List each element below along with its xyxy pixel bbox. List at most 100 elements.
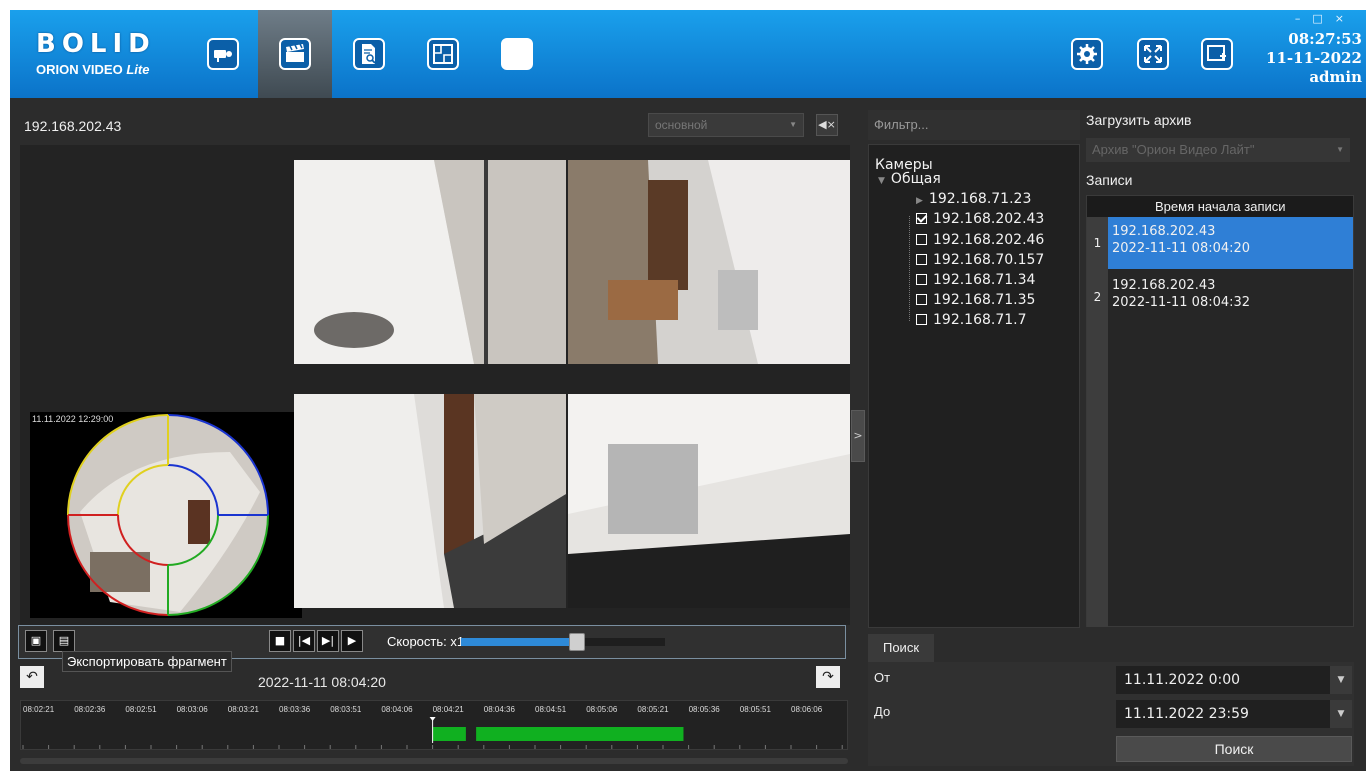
mute-button[interactable]: ◀× — [816, 114, 838, 136]
record-camera: 192.168.202.43 — [1112, 278, 1216, 293]
camera-checkbox[interactable] — [916, 314, 927, 325]
from-label: От — [874, 670, 891, 685]
step-back-button[interactable]: |◀ — [293, 630, 315, 652]
fisheye-timestamp: 11.11.2022 12:29:00 — [32, 414, 114, 424]
nav-cameras-button[interactable] — [186, 10, 260, 98]
timeline[interactable]: 08:02:21 08:02:36 08:02:51 08:03:06 08:03:21… — [20, 700, 848, 750]
video-tile[interactable] — [294, 394, 566, 608]
search-button[interactable]: Поиск — [1116, 736, 1352, 762]
maximize-icon[interactable]: □ — [1312, 12, 1334, 25]
fullscreen-icon — [1137, 38, 1169, 70]
camera-checkbox[interactable] — [916, 213, 927, 224]
to-value: 11.11.2022 23:59 — [1124, 706, 1249, 722]
camera-icon — [207, 38, 239, 70]
camera-checkbox[interactable] — [916, 294, 927, 305]
timeline-tick-label: 08:05:06 — [586, 705, 618, 714]
speed-slider-handle[interactable] — [569, 633, 586, 651]
tab-search[interactable]: Поиск — [868, 634, 934, 662]
timeline-tick-label: 08:02:51 — [125, 705, 157, 714]
nav-journal-button[interactable] — [332, 10, 406, 98]
camera-checkbox[interactable] — [916, 254, 927, 265]
timeline-tick-label: 08:03:36 — [279, 705, 311, 714]
chevron-down-icon[interactable]: ▼ — [1330, 666, 1352, 694]
archive-select[interactable]: Архив "Орион Видео Лайт" ▼ — [1086, 138, 1350, 162]
timeline-tick-label: 08:03:21 — [228, 705, 260, 714]
timeline-tick-label: 08:02:36 — [74, 705, 106, 714]
from-datetime-field[interactable]: 11.11.2022 0:00 ▼ — [1116, 666, 1352, 694]
row-number: 2 — [1087, 271, 1108, 323]
recording-segment[interactable] — [432, 727, 466, 741]
video-area[interactable]: 11.11.2022 12:29:00 — [20, 145, 850, 625]
arrow-forward-icon: ↷ — [822, 669, 834, 685]
records-table: Время начала записи 1 192.168.202.43 2022… — [1086, 195, 1354, 627]
timeline-tick-label: 08:04:21 — [433, 705, 465, 714]
tree-item-camera[interactable]: 192.168.70.157 — [916, 252, 1044, 268]
gear-icon — [1071, 38, 1103, 70]
nav-archive-button[interactable] — [258, 10, 332, 98]
minimize-icon[interactable]: – — [1295, 12, 1313, 25]
tree-item-camera[interactable]: 192.168.202.46 — [916, 232, 1044, 248]
clapperboard-icon — [279, 38, 311, 70]
export-button[interactable]: ▤ — [53, 630, 75, 652]
record-cell: 192.168.202.43 2022-11-11 08:04:20 — [1108, 217, 1353, 269]
video-frame-image — [568, 394, 850, 608]
settings-button[interactable] — [1062, 10, 1112, 98]
window-controls[interactable]: –□× — [1295, 12, 1356, 25]
tree-item-label: 192.168.71.34 — [933, 272, 1036, 288]
tree-item-camera[interactable]: 192.168.71.34 — [916, 272, 1035, 288]
video-tile[interactable] — [294, 160, 566, 364]
logo-subtitle: ORION VIDEO Lite — [36, 62, 176, 77]
row-number: 1 — [1087, 217, 1108, 269]
tree-item-camera[interactable]: 192.168.71.7 — [916, 312, 1027, 328]
tree-item-camera[interactable]: 192.168.202.43 — [916, 211, 1044, 227]
tree-item-camera[interactable]: ▶ 192.168.71.23 — [916, 191, 1031, 207]
chevron-down-icon: ▼ — [789, 120, 797, 129]
step-forward-icon: ▶| — [321, 634, 335, 647]
load-archive-label: Загрузить архив — [1086, 112, 1192, 128]
close-icon[interactable]: × — [1335, 12, 1356, 25]
add-window-icon — [1201, 38, 1233, 70]
add-window-button[interactable] — [1192, 10, 1242, 98]
speed-slider[interactable] — [461, 633, 665, 651]
filter-placeholder: Фильтр... — [874, 117, 929, 132]
camera-filter-input[interactable]: Фильтр... — [868, 110, 1080, 140]
step-forward-button[interactable]: ▶| — [317, 630, 339, 652]
clock: 08:27:53 11-11-2022 admin — [1266, 30, 1362, 87]
video-tile[interactable] — [568, 160, 850, 364]
stop-button[interactable]: ■ — [269, 630, 291, 652]
next-record-button[interactable]: ↷ — [816, 666, 840, 688]
logo-sub-italic: Lite — [126, 62, 150, 77]
nav-plan-button[interactable] — [406, 10, 480, 98]
video-frame-image — [568, 160, 850, 364]
to-datetime-field[interactable]: 11.11.2022 23:59 ▼ — [1116, 700, 1352, 728]
record-start: 2022-11-11 08:04:20 — [1112, 241, 1251, 256]
timeline-scrollbar[interactable] — [20, 758, 848, 764]
tree-item-camera[interactable]: 192.168.71.35 — [916, 292, 1035, 308]
header-bar: BOLID ORION VIDEO Lite –□× 08:27:53 11-1… — [10, 10, 1366, 98]
stream-select[interactable]: основной ▼ — [648, 113, 804, 137]
timeline-cursor-marker — [429, 717, 436, 721]
tree-group-general[interactable]: ▼ Общая — [878, 171, 941, 187]
fisheye-view[interactable]: 11.11.2022 12:29:00 — [30, 412, 302, 618]
timeline-tick-label: 08:02:21 — [23, 705, 55, 714]
video-tile[interactable] — [568, 394, 850, 608]
previous-record-button[interactable]: ↶ — [20, 666, 44, 688]
records-label: Записи — [1086, 172, 1133, 188]
recording-segment[interactable] — [476, 727, 684, 741]
current-time: 2022-11-11 08:04:20 — [258, 674, 386, 690]
step-back-icon: |◀ — [297, 634, 311, 647]
collapse-panel-button[interactable]: > — [851, 410, 865, 462]
nav-blank-button[interactable] — [480, 10, 554, 98]
timeline-tick-label: 08:03:51 — [330, 705, 362, 714]
stream-select-value: основной — [655, 118, 708, 132]
fullscreen-button[interactable] — [1128, 10, 1178, 98]
camera-checkbox[interactable] — [916, 234, 927, 245]
snapshot-button[interactable]: ▣ — [25, 630, 47, 652]
camera-checkbox[interactable] — [916, 274, 927, 285]
table-row[interactable]: 2 192.168.202.43 2022-11-11 08:04:32 — [1087, 271, 1353, 323]
caret-right-icon[interactable]: ▶ — [916, 196, 923, 206]
table-row[interactable]: 1 192.168.202.43 2022-11-11 08:04:20 — [1087, 217, 1353, 269]
play-button[interactable]: ▶ — [341, 630, 363, 652]
image-icon: ▣ — [30, 634, 42, 647]
chevron-down-icon[interactable]: ▼ — [1330, 700, 1352, 728]
